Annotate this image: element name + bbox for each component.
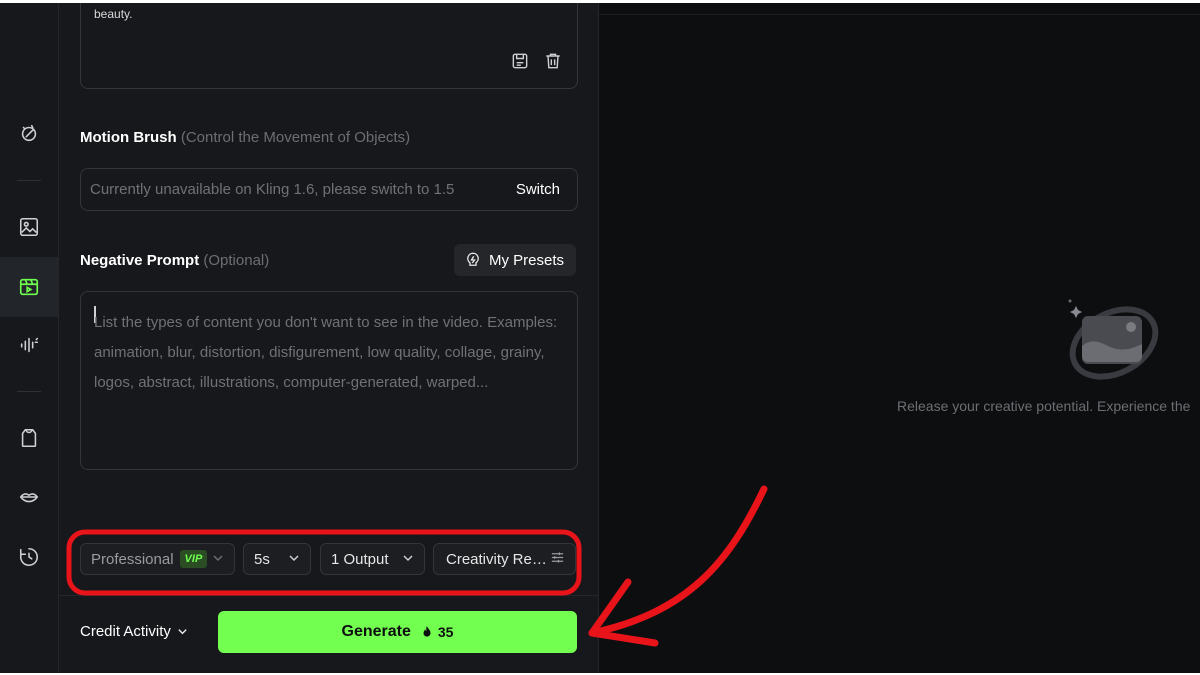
my-presets-label: My Presets (489, 251, 565, 269)
placeholder-line: logos, abstract, illustrations, computer… (94, 374, 489, 391)
sliders-icon (550, 550, 565, 569)
ai-effects-icon[interactable] (0, 113, 58, 153)
app-window: beauty. Motion Brush (Control the Moveme… (0, 3, 1200, 673)
motion-brush-title: Motion Brush (Control the Movement of Ob… (80, 129, 410, 146)
generate-button[interactable]: Generate 35 (218, 611, 577, 653)
my-presets-button[interactable]: My Presets (454, 244, 576, 276)
empty-state-illustration (1064, 298, 1159, 388)
outputs-value: 1 Output (331, 550, 389, 568)
negative-prompt-placeholder: List the types of content you don't want… (94, 308, 557, 398)
credit-activity-dropdown[interactable]: Credit Activity (80, 623, 188, 640)
prompt-text: beauty. (94, 7, 133, 21)
negative-prompt-title: Negative Prompt (Optional) (80, 252, 269, 269)
negative-prompt-hint: (Optional) (203, 252, 270, 269)
preview-canvas: Release your creative potential. Experie… (599, 3, 1200, 673)
canvas-top-line (599, 14, 1200, 15)
placeholder-line: animation, blur, distortion, disfigureme… (94, 344, 545, 361)
mode-select[interactable]: Professional VIP (80, 543, 235, 575)
chevron-down-icon (288, 551, 300, 568)
settings-panel: beauty. Motion Brush (Control the Moveme… (59, 3, 599, 673)
duration-select[interactable]: 5s (243, 543, 311, 575)
placeholder-line: List the types of content you don't want… (94, 314, 558, 331)
chevron-down-icon (212, 551, 224, 568)
prompt-box[interactable]: beauty. (80, 3, 578, 89)
credit-cost: 35 (437, 624, 454, 640)
flame-icon (420, 625, 434, 639)
credit-activity-label: Credit Activity (80, 623, 171, 640)
mode-value: Professional (91, 550, 174, 568)
history-icon[interactable] (0, 537, 58, 577)
chevron-down-icon (402, 551, 414, 568)
outputs-select[interactable]: 1 Output (320, 543, 425, 575)
empty-state-text: Release your creative potential. Experie… (897, 398, 1191, 414)
trash-icon[interactable] (542, 50, 564, 72)
negative-prompt-label: Negative Prompt (80, 252, 200, 269)
footer-divider (59, 595, 598, 596)
generate-label: Generate (341, 623, 411, 640)
chevron-down-icon (177, 626, 188, 637)
motion-brush-box: Currently unavailable on Kling 1.6, plea… (80, 168, 578, 211)
save-icon[interactable] (509, 50, 531, 72)
video-icon[interactable] (0, 257, 58, 317)
outfit-icon[interactable] (0, 418, 58, 458)
motion-brush-hint: (Control the Movement of Objects) (180, 129, 411, 146)
image-icon[interactable] (0, 207, 58, 247)
negative-prompt-input[interactable]: List the types of content you don't want… (80, 291, 578, 470)
vip-badge: VIP (179, 550, 208, 568)
motion-brush-label: Motion Brush (80, 129, 177, 146)
duration-value: 5s (254, 550, 270, 568)
creativity-select[interactable]: Creativity Re… (433, 543, 576, 575)
presets-icon (464, 251, 482, 269)
motion-brush-message: Currently unavailable on Kling 1.6, plea… (90, 181, 455, 198)
left-toolbar (0, 3, 59, 673)
lip-sync-icon[interactable] (0, 477, 58, 517)
audio-icon[interactable] (0, 325, 58, 365)
creativity-value: Creativity Re… (446, 550, 547, 568)
switch-button[interactable]: Switch (516, 181, 560, 198)
